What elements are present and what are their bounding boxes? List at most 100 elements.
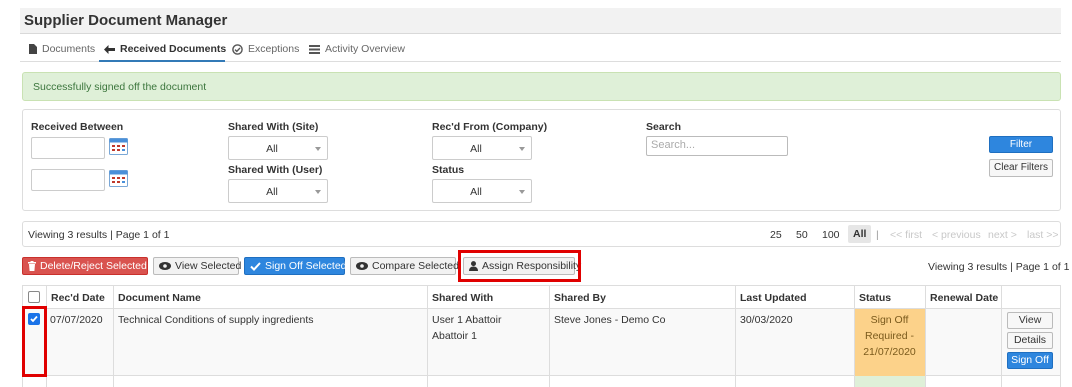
tab-bar: Documents Received Documents Exceptions … <box>20 34 1061 62</box>
column-divider <box>549 285 550 387</box>
chevron-down-icon <box>519 147 525 151</box>
filter-button[interactable]: Filter <box>989 136 1053 153</box>
page-size-all[interactable]: All <box>848 225 872 243</box>
status-line: Sign Off <box>870 314 909 326</box>
chevron-down-icon <box>519 190 525 194</box>
table-header: Rec'd Date Document Name Shared With Sha… <box>22 285 1061 309</box>
received-from-date-input[interactable] <box>31 137 105 159</box>
sign-off-button[interactable]: Sign Off <box>1007 352 1053 369</box>
received-to-date-input[interactable] <box>31 169 105 191</box>
clear-filters-button[interactable]: Clear Filters <box>989 159 1053 177</box>
page-title: Supplier Document Manager <box>24 12 228 29</box>
compare-selected-button[interactable]: Compare Selected <box>350 257 459 275</box>
trash-icon <box>28 261 36 271</box>
next-page-link[interactable]: next > <box>988 229 1017 241</box>
view-button[interactable]: View <box>1007 312 1053 329</box>
column-divider <box>113 285 114 387</box>
check-circle-icon <box>232 43 243 55</box>
eye-icon <box>356 262 368 270</box>
document-icon <box>29 44 37 54</box>
page-size-100[interactable]: 100 <box>822 229 840 241</box>
shared-with-site-label: Shared With (Site) <box>228 121 319 133</box>
chevron-down-icon <box>315 147 321 151</box>
page-size-25[interactable]: 25 <box>770 229 782 241</box>
select-value: All <box>266 143 278 155</box>
filter-panel: Received Between Shared With (Site) All … <box>22 109 1061 211</box>
tab-label: Received Documents <box>120 43 227 55</box>
success-alert: Successfully signed off the document <box>22 72 1061 101</box>
assign-highlight-box <box>458 250 581 282</box>
select-all-checkbox[interactable] <box>28 291 40 303</box>
list-icon <box>309 44 320 54</box>
col-status[interactable]: Status <box>859 292 891 304</box>
col-renewal-date[interactable]: Renewal Date <box>930 292 998 304</box>
status-line: Required - <box>864 330 915 342</box>
column-divider <box>854 285 855 387</box>
results-summary-right: Viewing 3 results | Page 1 of 1 <box>928 261 1070 273</box>
delete-reject-selected-button[interactable]: Delete/Reject Selected <box>22 257 148 275</box>
recd-from-company-select[interactable]: All <box>432 136 532 160</box>
table-right-border <box>1060 285 1061 387</box>
view-selected-button[interactable]: View Selected <box>153 257 242 275</box>
col-recd-date[interactable]: Rec'd Date <box>51 292 105 304</box>
received-between-label: Received Between <box>31 121 124 133</box>
tab-activity-overview[interactable]: Activity Overview <box>309 41 405 57</box>
check-icon <box>250 261 261 271</box>
column-divider <box>735 285 736 387</box>
pager-separator: | <box>876 229 879 241</box>
last-updated-cell: 30/03/2020 <box>740 314 793 326</box>
active-tab-indicator <box>99 60 225 62</box>
arrow-left-icon <box>104 44 115 54</box>
first-page-link[interactable]: << first <box>890 229 922 241</box>
tab-documents[interactable]: Documents <box>29 41 95 57</box>
previous-page-link[interactable]: < previous <box>932 229 981 241</box>
button-label: Sign Off Selected <box>265 260 347 272</box>
col-shared-by[interactable]: Shared By <box>554 292 606 304</box>
tab-label: Activity Overview <box>325 43 405 55</box>
recd-date-cell: 07/07/2020 <box>50 314 103 326</box>
column-divider <box>1001 285 1002 387</box>
column-divider <box>427 285 428 387</box>
col-document-name[interactable]: Document Name <box>118 292 201 304</box>
shared-with-site-select[interactable]: All <box>228 136 328 160</box>
search-input[interactable]: Search... <box>646 136 788 156</box>
status-select[interactable]: All <box>432 179 532 203</box>
shared-with-cell-line2: Abattoir 1 <box>432 330 477 342</box>
recd-from-company-label: Rec'd From (Company) <box>432 121 548 133</box>
tab-label: Documents <box>42 43 96 55</box>
button-label: View Selected <box>175 260 242 272</box>
tab-label: Exceptions <box>248 43 300 55</box>
last-page-link[interactable]: last >> <box>1027 229 1059 241</box>
shared-with-user-select[interactable]: All <box>228 179 328 203</box>
tab-received-documents[interactable]: Received Documents <box>104 41 226 57</box>
next-row-status-hint <box>854 376 925 387</box>
status-filter-label: Status <box>432 164 465 176</box>
sign-off-selected-button[interactable]: Sign Off Selected <box>244 257 347 275</box>
chevron-down-icon <box>315 190 321 194</box>
calendar-icon[interactable] <box>109 169 128 187</box>
status-line: 21/07/2020 <box>863 346 916 358</box>
select-value: All <box>470 186 482 198</box>
eye-icon <box>159 262 171 270</box>
calendar-icon[interactable] <box>109 137 128 155</box>
button-label: Delete/Reject Selected <box>40 260 147 272</box>
results-summary: Viewing 3 results | Page 1 of 1 <box>28 229 170 241</box>
title-bar: Supplier Document Manager <box>20 8 1061 34</box>
pagination-bar: Viewing 3 results | Page 1 of 1 25 50 10… <box>22 221 1061 247</box>
column-divider <box>925 285 926 387</box>
col-last-updated[interactable]: Last Updated <box>740 292 807 304</box>
shared-with-cell-line1: User 1 Abattoir <box>432 314 502 326</box>
col-shared-with[interactable]: Shared With <box>432 292 493 304</box>
details-button[interactable]: Details <box>1007 332 1053 349</box>
shared-with-user-label: Shared With (User) <box>228 164 323 176</box>
select-value: All <box>266 186 278 198</box>
page-size-50[interactable]: 50 <box>796 229 808 241</box>
tab-exceptions[interactable]: Exceptions <box>232 41 299 57</box>
select-value: All <box>470 143 482 155</box>
shared-by-cell: Steve Jones - Demo Co <box>554 314 666 326</box>
button-label: Compare Selected <box>372 260 459 272</box>
document-name-cell: Technical Conditions of supply ingredien… <box>118 314 314 326</box>
status-badge: Sign Off Required - 21/07/2020 <box>854 309 925 376</box>
search-label: Search <box>646 121 682 133</box>
checkbox-highlight-box <box>22 306 47 377</box>
